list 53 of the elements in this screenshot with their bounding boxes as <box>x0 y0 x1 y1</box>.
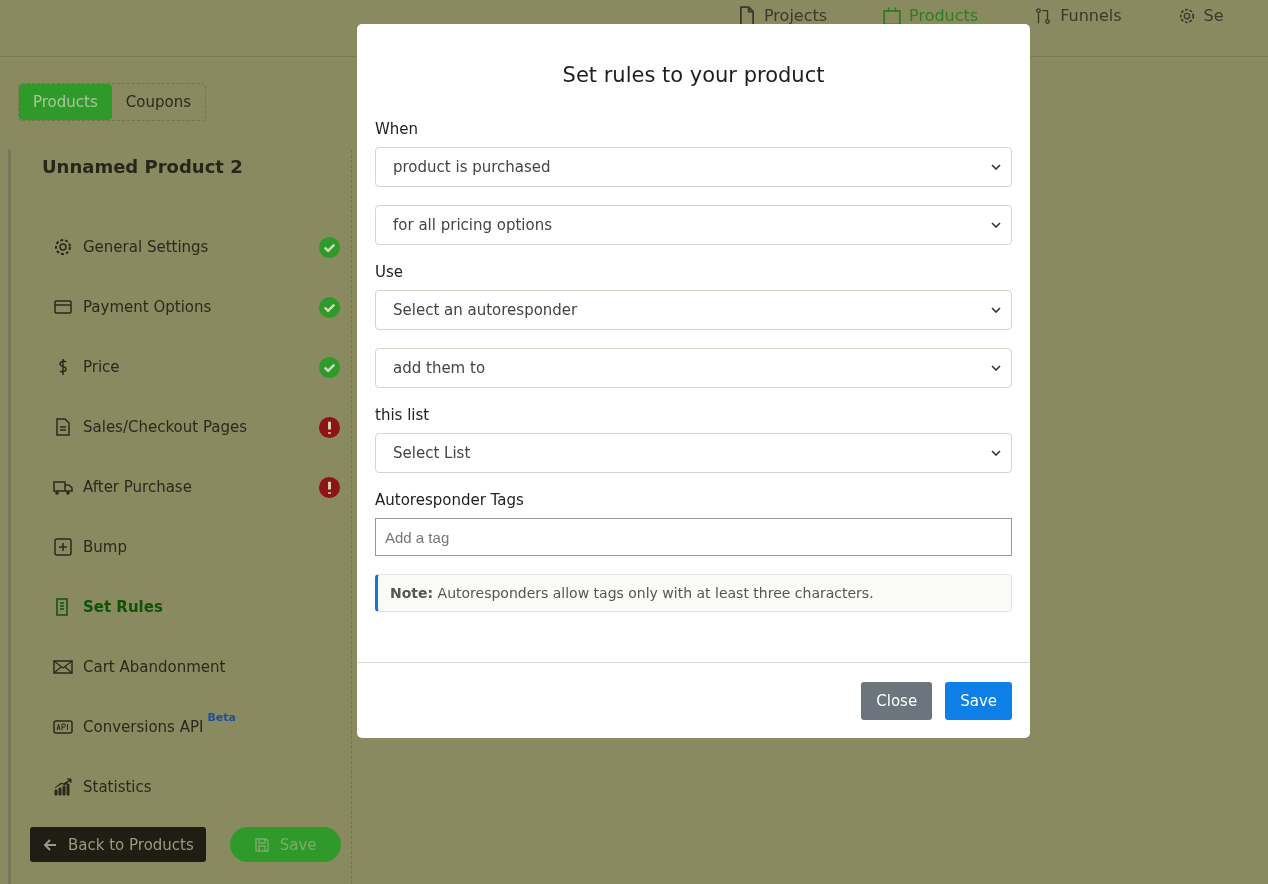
save-button[interactable]: Save <box>945 681 1012 720</box>
tag-input[interactable]: Add a tag <box>375 518 1012 556</box>
chevron-down-icon <box>991 450 1001 456</box>
document-icon <box>738 6 756 26</box>
sidebar-item[interactable]: Sales/Checkout Pages <box>11 397 351 457</box>
nav-tab[interactable]: Funnels <box>1034 0 1122 56</box>
select-field[interactable]: product is purchased <box>375 147 1012 187</box>
arrow-left-icon <box>42 836 58 853</box>
settings-icon <box>1177 6 1196 26</box>
beta-label: Beta <box>207 711 236 724</box>
field-label: Autoresponder Tags <box>375 491 525 509</box>
field-label: When <box>375 120 420 138</box>
plus-square-icon <box>53 537 73 557</box>
floppy-icon <box>253 836 270 853</box>
field-label: this list <box>375 406 431 424</box>
modal-title: Set rules to your product <box>561 62 826 89</box>
chevron-down-icon <box>991 365 1001 371</box>
sidebar-item[interactable]: After Purchase <box>11 457 351 517</box>
alert-icon <box>318 415 341 439</box>
select-field[interactable]: add them to <box>375 348 1012 388</box>
document-icon <box>53 417 73 437</box>
chevron-down-icon <box>991 222 1001 228</box>
check-icon <box>318 235 341 259</box>
chevron-down-icon <box>991 307 1001 313</box>
sidebar-item[interactable]: Cart Abandonment <box>11 637 351 697</box>
select-field[interactable]: Select List <box>375 433 1012 473</box>
nav-tab[interactable]: Se <box>1177 0 1224 56</box>
section-tab[interactable]: Coupons <box>111 84 205 120</box>
alert-icon <box>318 475 341 499</box>
sidebar-item[interactable]: Statistics <box>11 757 351 817</box>
branch-icon <box>1034 6 1053 26</box>
card-icon <box>53 297 73 317</box>
settings-icon <box>53 237 73 257</box>
chevron-down-icon <box>991 164 1001 170</box>
chart-icon <box>53 777 73 797</box>
api-icon <box>53 717 73 737</box>
sidebar-item[interactable]: Set Rules <box>11 577 351 637</box>
check-icon <box>318 295 341 319</box>
sidebar-item[interactable]: Conversions API $^{Beta}$ <box>11 697 351 757</box>
envelope-icon <box>53 657 73 677</box>
sidebar-item[interactable]: Bump <box>11 517 351 577</box>
back-button[interactable]: Back to Products <box>30 827 206 862</box>
select-field[interactable]: for all pricing options <box>375 205 1012 245</box>
sidebar-item[interactable]: General Settings <box>11 217 351 277</box>
field-label: Use <box>375 263 405 281</box>
sidebar-item[interactable]: Payment Options <box>11 277 351 337</box>
nav-tab[interactable]: Projects <box>738 0 828 56</box>
check-icon <box>318 355 341 379</box>
select-field[interactable]: Select an autoresponder <box>375 290 1012 330</box>
note-text: Note: Autoresponders allow tags only with at least three characters. <box>375 574 1012 612</box>
close-button[interactable]: Close <box>861 681 933 720</box>
product-title: Unnamed Product 2 <box>41 155 244 177</box>
sidebar-item[interactable]: Price <box>11 337 351 397</box>
